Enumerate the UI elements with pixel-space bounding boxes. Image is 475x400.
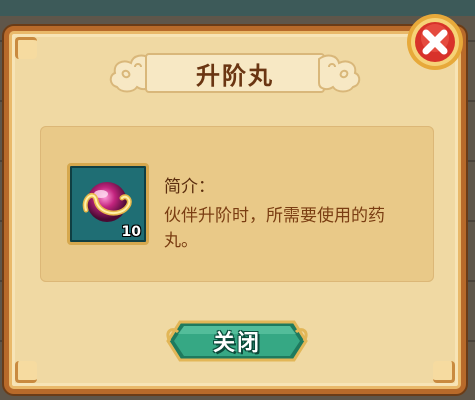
close-button[interactable]: 关闭 bbox=[166, 318, 308, 364]
background-strip bbox=[0, 0, 475, 16]
close-icon[interactable] bbox=[405, 12, 465, 72]
frame-corner-ornament bbox=[15, 361, 37, 383]
item-slot[interactable]: 10 bbox=[67, 163, 149, 245]
title-banner: 升阶丸 bbox=[105, 45, 365, 101]
dialog-title: 升阶丸 bbox=[196, 61, 274, 90]
close-button-label: 关闭 bbox=[212, 331, 261, 356]
frame-corner-ornament bbox=[15, 37, 37, 59]
item-detail-panel: 10 简介： 伙伴升阶时，所需要使用的药丸。 bbox=[40, 126, 434, 282]
cloud-ornament-icon bbox=[318, 54, 361, 93]
frame-corner-ornament bbox=[433, 361, 455, 383]
description-label: 简介： bbox=[164, 177, 215, 197]
item-count: 10 bbox=[121, 224, 141, 240]
description-text: 伙伴升阶时，所需要使用的药丸。 bbox=[164, 206, 385, 251]
title-plate: 升阶丸 bbox=[145, 53, 325, 93]
